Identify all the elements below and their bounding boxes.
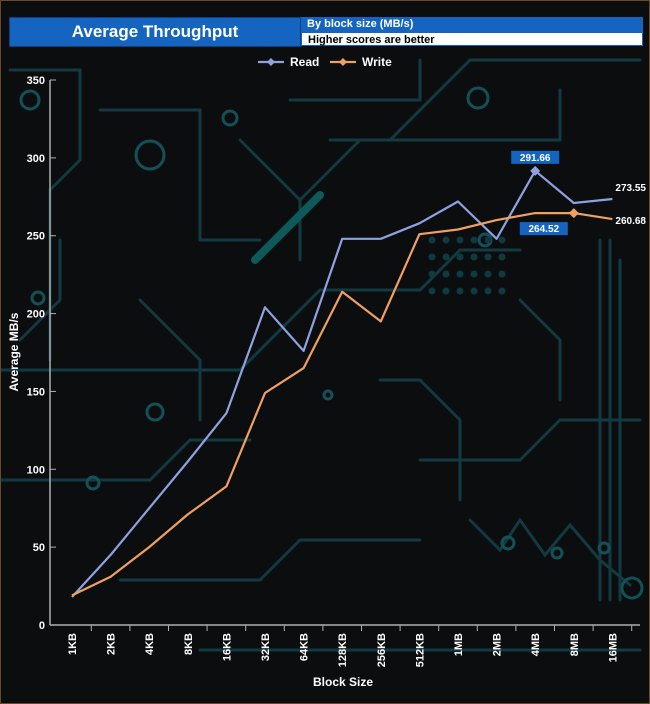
- circuit-trace: [18, 238, 62, 342]
- circuit-dot: [484, 253, 492, 261]
- y-tick-label: 300: [27, 153, 45, 165]
- circuit-node: [597, 541, 611, 555]
- circuit-dot: [498, 270, 506, 278]
- circuit-trace: [418, 418, 642, 462]
- data-label: 273.55: [615, 183, 646, 194]
- legend-marker-write: [339, 58, 347, 66]
- x-tick-label: 8MB: [569, 633, 581, 656]
- circuit-node: [620, 576, 644, 600]
- circuit-dot: [442, 287, 450, 295]
- circuit-trace: [298, 88, 562, 202]
- x-tick-label: 32KB: [260, 633, 272, 661]
- legend-marker-read: [267, 58, 275, 66]
- y-tick-label: 100: [27, 464, 45, 476]
- circuit-node: [134, 139, 166, 171]
- chart-note: Higher scores are better: [301, 32, 643, 46]
- x-tick-label: 16MB: [607, 633, 619, 662]
- x-tick-label: 4KB: [144, 633, 156, 655]
- circuit-dot: [442, 253, 450, 261]
- x-tick-label: 64KB: [299, 633, 311, 661]
- x-axis-title: Block Size: [313, 675, 373, 689]
- data-label: 264.52: [529, 224, 560, 235]
- throughput-chart: 0 50 100 150 200 250 300 350 1KB 2KB 4KB 8KB 16KB 32K…: [0, 55, 646, 689]
- y-tick-label: 0: [39, 620, 45, 632]
- circuit-trace: [118, 538, 422, 582]
- circuit-node: [322, 389, 334, 401]
- legend-label-read: Read: [290, 55, 319, 69]
- circuit-dot: [428, 253, 436, 261]
- data-marker-write: [568, 208, 579, 219]
- circuit-dot: [456, 287, 464, 295]
- circuit-dot: [428, 270, 436, 278]
- circuit-node: [30, 290, 46, 306]
- chart-title: Average Throughput: [9, 17, 301, 47]
- circuit-dot: [428, 287, 436, 295]
- circuit-trace: [0, 248, 522, 372]
- y-tick-label: 350: [27, 75, 45, 87]
- circuit-trace: [138, 298, 202, 422]
- x-tick-label: 512KB: [414, 633, 426, 667]
- circuit-trace: [378, 378, 462, 502]
- circuit-dot: [456, 270, 464, 278]
- circuit-bar: [251, 191, 324, 264]
- x-tick-label: 2KB: [106, 633, 118, 655]
- circuit-dot: [484, 236, 492, 244]
- data-label: 291.66: [520, 153, 551, 164]
- x-tick-label: 256KB: [376, 633, 388, 667]
- circuit-dot: [484, 270, 492, 278]
- x-tick-label: 16KB: [221, 633, 233, 661]
- circuit-node: [550, 546, 564, 560]
- circuit-dot: [484, 287, 492, 295]
- y-tick-label: 50: [33, 542, 45, 554]
- circuit-dot: [428, 236, 436, 244]
- circuit-dot: [498, 236, 506, 244]
- circuit-dot: [470, 287, 478, 295]
- x-tick-label: 1MB: [453, 633, 465, 656]
- circuit-dot: [498, 287, 506, 295]
- y-tick-label: 250: [27, 231, 45, 243]
- circuit-dot: [498, 253, 506, 261]
- circuit-node: [19, 89, 41, 111]
- x-tick-label: 1KB: [67, 633, 79, 655]
- chart-subtitle: By block size (MB/s): [301, 17, 643, 32]
- chart-stage: 0 50 100 150 200 250 300 350 1KB 2KB 4KB 8KB 16KB 32K…: [0, 0, 650, 704]
- data-label: 260.68: [615, 216, 646, 227]
- x-tick-label: 8KB: [183, 633, 195, 655]
- y-tick-label: 200: [27, 309, 45, 321]
- x-tick-label: 2MB: [492, 633, 504, 656]
- circuit-dot: [470, 270, 478, 278]
- circuit-dot: [456, 236, 464, 244]
- circuit-dot: [470, 236, 478, 244]
- circuit-node: [221, 109, 239, 127]
- circuit-trace: [98, 108, 262, 242]
- circuit-trace: [518, 298, 562, 402]
- x-tick-label: 128KB: [337, 633, 349, 667]
- circuit-dot: [456, 253, 464, 261]
- circuit-dot: [442, 270, 450, 278]
- circuit-node: [466, 86, 490, 110]
- y-tick-label: 150: [27, 386, 45, 398]
- y-axis-title: Average MB/s: [7, 312, 21, 391]
- x-tick-label: 4MB: [530, 633, 542, 656]
- circuit-node: [145, 402, 165, 422]
- circuit-dot: [442, 236, 450, 244]
- legend-label-write: Write: [362, 55, 392, 69]
- circuit-dot: [470, 253, 478, 261]
